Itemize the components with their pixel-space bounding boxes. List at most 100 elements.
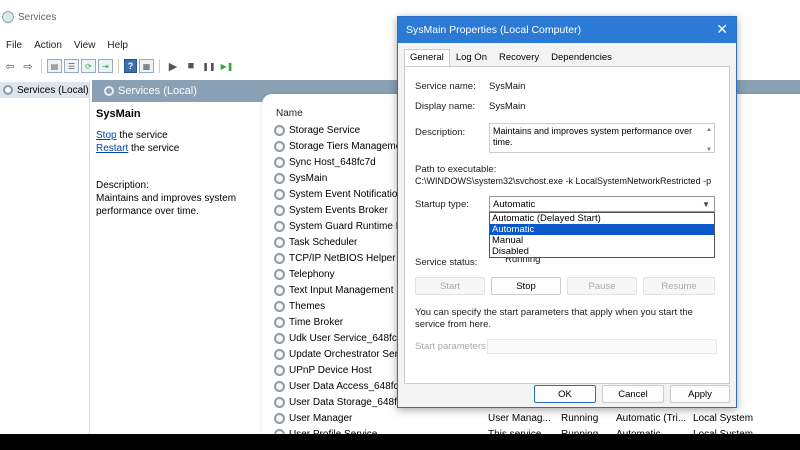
gear-icon: [274, 428, 285, 434]
gear-icon: [274, 332, 285, 344]
general-tab-panel: Service name: SysMain Display name: SysM…: [404, 66, 730, 384]
service-name-cell: Task Scheduler: [289, 236, 358, 248]
service-name-cell: Text Input Management: [289, 284, 394, 296]
window-title: Services: [18, 11, 57, 23]
start-service-icon[interactable]: ▶: [165, 58, 181, 74]
properties-icon[interactable]: ▦: [139, 59, 154, 73]
description-box: Maintains and improves system performanc…: [489, 123, 715, 153]
tree-node-services-local[interactable]: Services (Local): [0, 82, 89, 98]
help-icon[interactable]: ?: [124, 59, 137, 73]
gear-icon: [274, 220, 285, 232]
service-status-cell: Running: [561, 412, 599, 424]
tab-recovery[interactable]: Recovery: [493, 49, 545, 67]
tab-general[interactable]: General: [404, 49, 450, 67]
pause-service-icon[interactable]: ❚❚: [201, 58, 217, 74]
startup-option-automatic[interactable]: Automatic: [490, 224, 714, 235]
display-name-label: Display name:: [415, 101, 476, 112]
gear-icon: [274, 268, 285, 280]
startup-option-delayed[interactable]: Automatic (Delayed Start): [490, 213, 714, 224]
service-name-cell: Update Orchestrator Serv: [289, 348, 403, 360]
service-desc-cell: This service...: [488, 428, 550, 435]
stop-service-text: the service: [116, 130, 168, 141]
menu-bar: File Action View Help: [0, 36, 134, 54]
apply-button[interactable]: Apply: [670, 385, 730, 403]
menu-action[interactable]: Action: [28, 40, 68, 51]
service-name-cell: Storage Service: [289, 124, 361, 136]
stop-button[interactable]: Stop: [491, 277, 561, 295]
service-name-label: Service name:: [415, 81, 476, 92]
service-name-cell: User Manager: [289, 412, 353, 424]
tree-node-label: Services (Local): [17, 84, 89, 96]
service-name-cell: User Data Storage_648fc7d: [289, 396, 409, 408]
menu-view[interactable]: View: [68, 40, 102, 51]
export-list-icon[interactable]: ⇥: [98, 59, 113, 73]
close-icon[interactable]: ✕: [716, 21, 728, 38]
service-name-cell: Udk User Service_648fc7d: [289, 332, 408, 344]
startup-type-select[interactable]: Automatic ▼: [489, 196, 715, 212]
description-scrollbar[interactable]: ▲ ▼: [705, 125, 713, 153]
description-value: Maintains and improves system performanc…: [493, 126, 693, 147]
gear-icon: [274, 252, 285, 264]
stop-service-link[interactable]: Stop: [96, 130, 117, 141]
gear-icon: [104, 86, 114, 96]
service-status-label: Service status:: [415, 257, 478, 268]
selected-service-name: SysMain: [96, 108, 141, 120]
startup-option-disabled[interactable]: Disabled: [490, 246, 714, 257]
back-arrow-icon[interactable]: ⇦: [2, 58, 18, 74]
services-window: Services File Action View Help ⇦ ⇨ ▤ ☰ ⟳…: [0, 0, 800, 434]
service-startup-cell: Automatic (Tri...: [616, 412, 686, 424]
cancel-button[interactable]: Cancel: [602, 385, 664, 403]
start-parameters-input[interactable]: [487, 339, 717, 354]
gear-icon: [274, 204, 285, 216]
path-label: Path to executable:: [415, 164, 497, 175]
service-name-cell: Themes: [289, 300, 326, 312]
pause-button[interactable]: Pause: [567, 277, 637, 295]
gear-icon: [274, 348, 285, 360]
service-status-cell: Running: [561, 428, 599, 435]
service-description-panel: SysMain Stop the service Restart the ser…: [96, 108, 266, 218]
service-name-cell: Telephony: [289, 268, 335, 280]
toolbar-separator: [41, 59, 42, 73]
service-name-value: SysMain: [489, 81, 526, 92]
description-text: Maintains and improves system performanc…: [96, 193, 237, 217]
forward-arrow-icon[interactable]: ⇨: [20, 58, 36, 74]
menu-help[interactable]: Help: [101, 40, 134, 51]
column-header-name[interactable]: Name: [276, 108, 303, 119]
restart-service-icon[interactable]: ▶❚: [219, 58, 235, 74]
startup-type-label: Startup type:: [415, 199, 469, 210]
restart-service-link[interactable]: Restart: [96, 143, 128, 154]
gear-icon: [274, 124, 285, 136]
gear-icon: [274, 412, 285, 424]
stop-service-line: Stop the service: [96, 129, 266, 142]
show-console-tree-icon[interactable]: ▤: [47, 59, 62, 73]
list-view-icon[interactable]: ☰: [64, 59, 79, 73]
service-name-cell: Time Broker: [289, 316, 344, 328]
stop-service-icon[interactable]: ■: [183, 58, 199, 74]
resume-button[interactable]: Resume: [643, 277, 715, 295]
startup-type-dropdown: Automatic (Delayed Start) Automatic Manu…: [489, 212, 715, 258]
table-row[interactable]: User Profile Service This service... Runni…: [274, 426, 794, 434]
gear-icon: [274, 300, 285, 312]
toolbar-separator: [118, 59, 119, 73]
menu-file[interactable]: File: [0, 40, 28, 51]
restart-service-line: Restart the service: [96, 142, 266, 155]
refresh-icon[interactable]: ⟳: [81, 59, 96, 73]
properties-dialog: SysMain Properties (Local Computer) ✕ Ge…: [397, 16, 737, 408]
tab-log-on[interactable]: Log On: [450, 49, 493, 67]
tab-dependencies[interactable]: Dependencies: [545, 49, 618, 67]
description-label: Description:: [415, 127, 466, 138]
services-app-icon: [2, 11, 14, 23]
gear-icon: [274, 236, 285, 248]
path-value: C:\WINDOWS\system32\svchost.exe -k Local…: [415, 176, 712, 186]
pane-header-title: Services (Local): [118, 85, 197, 97]
startup-option-manual[interactable]: Manual: [490, 235, 714, 246]
service-name-cell: System Event Notificatio: [289, 188, 398, 200]
gear-icon: [274, 156, 285, 168]
service-name-cell: System Guard Runtime M: [289, 220, 405, 232]
startup-type-value: Automatic: [493, 198, 536, 210]
gear-icon: [274, 172, 285, 184]
gear-icon: [274, 316, 285, 328]
start-button[interactable]: Start: [415, 277, 485, 295]
table-row[interactable]: User Manager User Manag... Running Automati…: [274, 410, 794, 426]
ok-button[interactable]: OK: [534, 385, 596, 403]
